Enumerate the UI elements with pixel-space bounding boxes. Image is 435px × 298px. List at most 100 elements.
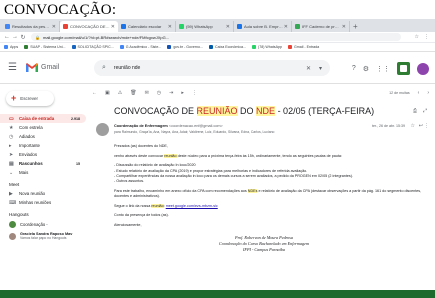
search-icon[interactable]: ⌕ xyxy=(102,64,106,72)
meet-link[interactable]: meet.google.com/ezs-mbzm-sic xyxy=(166,204,218,208)
document-heading: CONVOCAÇÃO: xyxy=(4,2,117,18)
closing: Atenciosamente, xyxy=(114,223,142,228)
prev-icon[interactable]: ‹ xyxy=(418,90,420,96)
back-icon[interactable]: ← xyxy=(3,34,11,40)
reply-icon[interactable]: ↩ xyxy=(419,123,423,129)
browser-tab[interactable]: IFF Caderno de provas ✕ xyxy=(292,21,350,32)
sidebar-item[interactable]: ◷ Adiados xyxy=(0,132,86,141)
bookmark-item[interactable]: SOLICITAÇÃO SPIC... xyxy=(71,45,114,49)
compose-button[interactable]: + Escrever xyxy=(6,91,54,106)
tab-close-icon[interactable]: ✕ xyxy=(226,24,230,30)
hangout-contact[interactable]: Graciela Sandra Raposo Mav Vamos falar p… xyxy=(0,232,86,246)
sidebar-item[interactable]: ▭ Caixa de entrada 2.918 xyxy=(0,114,86,123)
browser-tab[interactable]: Calendário escolar ✕ xyxy=(118,21,176,32)
extensions-icon[interactable]: ⋮ xyxy=(424,34,429,40)
apps-grid-icon[interactable]: ⋮⋮ xyxy=(376,65,390,73)
message-date: ter., 26 de abr. 15:39 xyxy=(372,124,405,128)
p2-pre: Para este trabalho, encaminho em anexo o… xyxy=(114,188,248,193)
tab-favicon-icon xyxy=(63,24,68,29)
close-icon[interactable]: ✕ xyxy=(306,65,311,72)
sidebar-item[interactable]: ➤ Enviados xyxy=(0,150,86,159)
bookmark-item[interactable]: Apps xyxy=(4,45,18,49)
gmail-wordmark: Gmail xyxy=(41,64,60,71)
spam-icon[interactable]: ⚠ xyxy=(118,90,122,96)
tab-close-icon[interactable]: ✕ xyxy=(342,24,346,30)
label-icon[interactable]: ▸ xyxy=(181,90,184,96)
delete-icon[interactable]: 🗑 xyxy=(130,90,136,96)
url-input[interactable]: 🔒 mail.google.com/mail/u/1/?hl=pt-BR#sea… xyxy=(31,33,401,41)
search-value: reunião nde xyxy=(113,65,141,71)
p3-highlight: reunião xyxy=(151,203,164,208)
bookmark-item[interactable]: SUAP - Sistema Uni... xyxy=(24,45,66,49)
search-options-icon[interactable]: ▾ xyxy=(319,65,322,72)
new-tab-icon[interactable]: + xyxy=(353,21,358,32)
hangout-user-label: Coordenação - xyxy=(20,221,48,227)
gmail-logo[interactable]: Gmail xyxy=(26,63,59,72)
subject-highlight-1: REUNIÃO xyxy=(196,106,238,116)
meet-item[interactable]: ▶ Nova reunião xyxy=(0,189,86,198)
meet-item[interactable]: ⌨ Minhas reuniões xyxy=(0,198,86,207)
browser-tab[interactable]: (59) WhatsApp ✕ xyxy=(176,21,234,32)
browser-tab[interactable]: Resultados da pesquisa ✕ xyxy=(2,21,60,32)
tab-favicon-icon xyxy=(5,24,10,29)
subject-mid: DO xyxy=(237,106,257,116)
forward-icon[interactable]: → xyxy=(11,34,19,40)
tab-close-icon[interactable]: ✕ xyxy=(52,24,56,30)
hangout-user[interactable]: Coordenação - xyxy=(0,219,86,229)
more-icon[interactable]: ⋮ xyxy=(192,90,197,96)
bookmark-favicon-icon xyxy=(71,45,76,49)
next-icon[interactable]: › xyxy=(427,90,429,96)
browser-tab[interactable]: Aula sobre B. Emprego ✕ xyxy=(234,21,292,32)
bookmark-star-icon[interactable]: ☆ xyxy=(415,34,419,40)
mark-unread-icon[interactable]: ✉ xyxy=(145,90,149,96)
contact-subtitle: Vamos falar papo no Hangouts xyxy=(20,236,67,240)
tab-close-icon[interactable]: ✕ xyxy=(111,24,115,30)
sidebar-item[interactable]: ⌄ Mais xyxy=(0,168,86,177)
sidebar-item[interactable]: ▤ Rascunhos 15 xyxy=(0,159,86,168)
tab-favicon-icon xyxy=(295,24,300,29)
archive-icon[interactable]: ▣ xyxy=(105,90,110,96)
sender-email: <coordenacao.enf@gmail.com> xyxy=(168,124,223,128)
contact-avatar xyxy=(9,233,16,240)
bookmark-favicon-icon xyxy=(167,45,172,49)
settings-gear-icon[interactable]: ⚙ xyxy=(363,65,369,73)
menu-icon[interactable]: ☰ xyxy=(8,63,17,73)
bookmark-item[interactable]: gov.br - Governo... xyxy=(167,45,203,49)
snooze-icon[interactable]: ◷ xyxy=(157,90,161,96)
tab-favicon-icon xyxy=(237,24,242,29)
hangouts-section-title: Hangouts xyxy=(9,212,29,217)
bookmark-item[interactable]: G Acadêmico - Siste... xyxy=(119,45,161,49)
sidebar-item[interactable]: ▸ Importante xyxy=(0,141,86,150)
search-input[interactable]: ⌕ reunião nde ✕ ▾ xyxy=(94,60,330,76)
sidebar-item[interactable]: ★ Com estrela xyxy=(0,123,86,132)
help-icon[interactable]: ? xyxy=(352,65,356,72)
recipients-line[interactable]: para Raimundo, Graça'ia, Ana, Nayra, Ana… xyxy=(114,130,374,134)
plus-icon: + xyxy=(11,93,17,103)
agenda-item: - Outros assuntos. xyxy=(114,179,145,184)
back-arrow-icon[interactable]: ← xyxy=(92,90,97,96)
browser-tab[interactable]: CONVOCAÇÃO DE REUNIÃO✕ xyxy=(60,21,118,32)
bookmark-label: SOLICITAÇÃO SPIC... xyxy=(77,45,114,49)
p2-highlight: NDEs xyxy=(247,188,258,193)
message-toolbar: ← ▣ ⚠ 🗑 ✉ ◷ ⇥ ▸ ⋮ 12 de muitas ‹ › xyxy=(92,87,429,98)
bookmark-item[interactable]: Caixa Econômica... xyxy=(209,45,246,49)
tab-close-icon[interactable]: ✕ xyxy=(168,24,172,30)
greeting: Prezados (as) docentes do NDE, xyxy=(114,144,168,148)
hangout-avatar xyxy=(9,220,16,228)
bookmark-item[interactable]: Gmail - Entrada xyxy=(287,45,319,49)
star-icon[interactable]: ☆ xyxy=(411,123,415,129)
bookmark-item[interactable]: (78) WhatsApp xyxy=(252,45,282,49)
open-new-window-icon[interactable]: ⤢ xyxy=(423,108,427,114)
tab-title: Resultados da pesquisa xyxy=(12,24,51,29)
avatar[interactable] xyxy=(417,62,429,75)
more-options-icon[interactable]: ⋮ xyxy=(424,123,429,129)
move-to-icon[interactable]: ⇥ xyxy=(169,90,173,96)
tab-close-icon[interactable]: ✕ xyxy=(284,24,288,30)
sidebar-item-label: Enviados xyxy=(19,152,38,157)
sender: Coordenação de Enfermagem <coordenacao.e… xyxy=(114,124,223,128)
sidebar-item-label: Com estrela xyxy=(19,125,43,130)
reload-icon[interactable]: ↻ xyxy=(19,34,27,41)
bookmark-label: Caixa Econômica... xyxy=(215,45,247,49)
bookmark-favicon-icon xyxy=(287,45,292,49)
print-icon[interactable]: ⎙ xyxy=(413,108,417,114)
